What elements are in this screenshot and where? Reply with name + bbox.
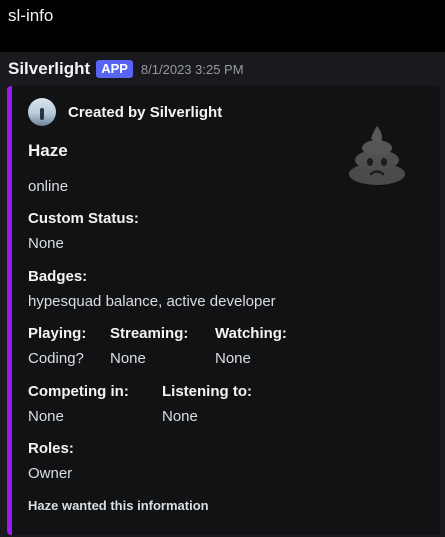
message-author[interactable]: Silverlight xyxy=(8,59,90,79)
field-competing: Competing in: None xyxy=(28,382,129,427)
poop-icon[interactable] xyxy=(337,112,417,192)
field-value: Coding? xyxy=(28,350,84,367)
field-roles: Roles: Owner xyxy=(28,439,74,484)
field-value: None xyxy=(110,350,146,367)
embed-footer: Haze wanted this information xyxy=(28,498,209,513)
field-value: None xyxy=(28,408,64,425)
field-name: Custom Status: xyxy=(28,210,139,227)
command-text: sl-info xyxy=(8,6,54,25)
field-name: Playing: xyxy=(28,325,87,342)
field-value: Owner xyxy=(28,465,73,482)
field-listening: Listening to: None xyxy=(162,382,252,427)
embed-author-name: Created by Silverlight xyxy=(68,103,223,121)
field-value: None xyxy=(162,408,198,425)
embed-description: online xyxy=(28,178,69,195)
field-name: Streaming: xyxy=(110,325,189,342)
embed-card: Created by Silverlight Haze online Custo… xyxy=(7,86,440,535)
embed-title: Haze xyxy=(28,141,68,160)
message-header: Silverlight APP 8/1/2023 3:25 PM xyxy=(8,58,244,80)
field-custom-status: Custom Status: None xyxy=(28,209,139,254)
field-name: Listening to: xyxy=(162,383,252,400)
embed-author: Created by Silverlight xyxy=(28,98,222,126)
field-value: hypesquad balance, active developer xyxy=(28,293,276,310)
field-badges: Badges: hypesquad balance, active develo… xyxy=(28,267,276,312)
app-badge: APP xyxy=(96,60,133,78)
channel-header: sl-info xyxy=(0,0,445,52)
field-name: Badges: xyxy=(28,268,88,285)
field-name: Watching: xyxy=(215,325,287,342)
field-value: None xyxy=(28,235,64,252)
field-name: Roles: xyxy=(28,440,74,457)
author-avatar[interactable] xyxy=(28,98,56,126)
avatar-figure xyxy=(40,108,44,120)
field-value: None xyxy=(215,350,251,367)
field-streaming: Streaming: None xyxy=(110,324,188,369)
message-timestamp: 8/1/2023 3:25 PM xyxy=(140,61,244,77)
field-playing: Playing: Coding? xyxy=(28,324,86,369)
field-name: Competing in: xyxy=(28,383,129,400)
field-watching: Watching: None xyxy=(215,324,287,369)
